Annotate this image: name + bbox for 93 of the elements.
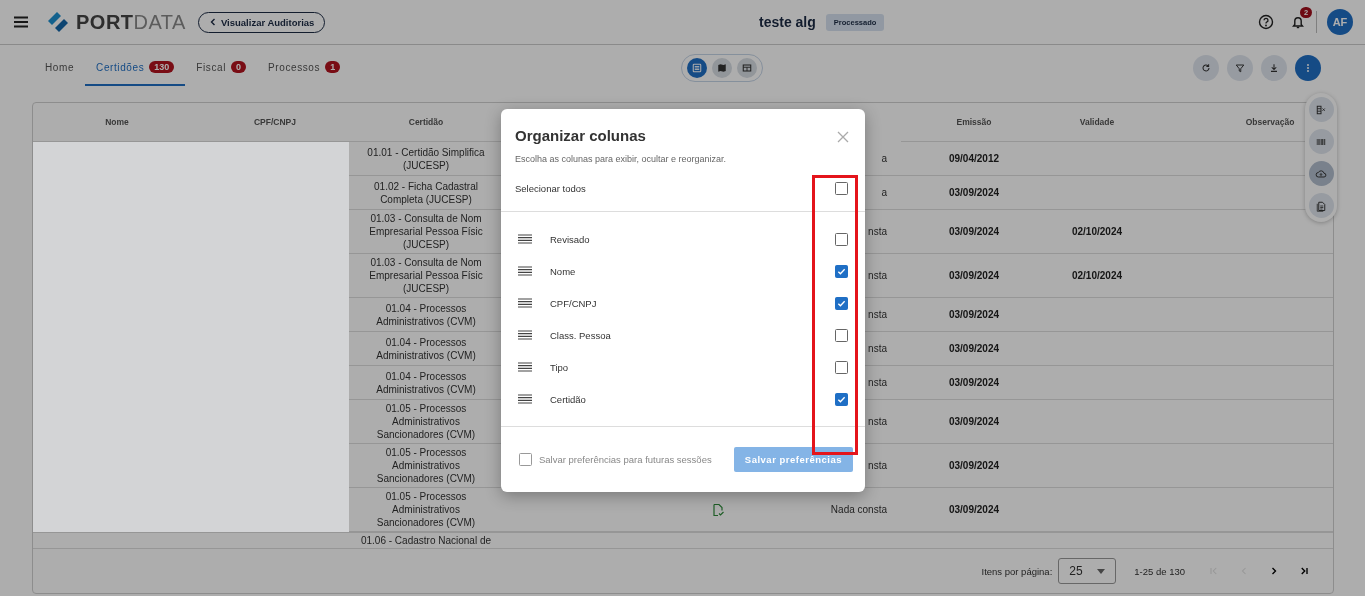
checkbox[interactable] <box>835 232 848 246</box>
table-cell-text: 01.06 - Cadastro Nacional de <box>359 534 493 548</box>
tab[interactable]: Fiscal 0 <box>185 49 258 86</box>
status-text: nsta <box>868 376 887 389</box>
status-text: nsta <box>868 415 887 428</box>
table-cell: 03/09/2024 <box>948 342 1000 355</box>
status-text: nsta <box>868 308 887 321</box>
page-size-select[interactable]: 25 <box>1058 558 1117 584</box>
status-text: nsta <box>868 269 887 282</box>
refresh-icon <box>1200 61 1212 74</box>
table-cell: 01.05 - Processos Administrativos Sancionadores (CVM) <box>349 488 503 532</box>
status-text: nsta <box>868 459 887 472</box>
table-cell: 02/10/2024 <box>1071 269 1123 282</box>
download-button[interactable] <box>1261 54 1287 81</box>
table-cell: 03/09/2024 <box>948 459 1000 472</box>
document-icon <box>1315 199 1327 212</box>
column-label: Revisado <box>550 233 591 245</box>
page-range: 1-25 de 130 <box>1134 565 1185 577</box>
filter-button[interactable] <box>1227 54 1253 81</box>
help-icon[interactable] <box>1258 14 1274 30</box>
column-label: Class. Pessoa <box>550 329 612 341</box>
drag-handle-icon[interactable] <box>518 362 532 372</box>
more-button[interactable] <box>1295 54 1321 81</box>
column-label: Tipo <box>550 361 570 373</box>
dialog-subtitle: Escolha as colunas para exibir, ocultar e reorganizar. <box>514 153 728 164</box>
column-label: Nome <box>550 265 577 277</box>
count-badge: 0 <box>231 61 247 73</box>
table-cell: 03/09/2024 <box>948 186 1000 199</box>
table-cell: 03/09/2024 <box>948 308 1000 321</box>
cloud-upload-icon <box>1315 167 1327 180</box>
table-icon <box>741 61 753 74</box>
drag-handle-icon[interactable] <box>518 330 532 340</box>
check-icon <box>837 394 846 404</box>
columns-icon <box>1315 103 1327 116</box>
download-icon <box>1268 61 1280 74</box>
checkbox[interactable] <box>835 328 848 342</box>
checkbox[interactable] <box>835 392 848 406</box>
view-toggle[interactable] <box>687 57 707 78</box>
column-label: Certidão <box>550 393 587 405</box>
user-avatar[interactable]: AF <box>1327 9 1353 35</box>
status-text: a <box>881 152 887 165</box>
status-text: Nada consta <box>830 503 887 516</box>
check-icon <box>837 266 846 276</box>
table-cell: 02/10/2024 <box>1071 225 1123 238</box>
save-preferences-label: Salvar preferências para futuras sessões <box>539 454 712 465</box>
back-button[interactable]: Visualizar Auditorias <box>197 11 326 33</box>
count-badge: 130 <box>149 61 175 73</box>
dialog-title: Organizar colunas <box>515 127 646 144</box>
table-cell: 09/04/2012 <box>948 152 1000 165</box>
audit-title: teste alg <box>759 14 816 30</box>
map-icon <box>716 61 728 74</box>
column-header: Emissão <box>901 103 1047 142</box>
upload-button[interactable] <box>1308 161 1334 186</box>
drag-handle-icon[interactable] <box>518 298 532 308</box>
drag-handle-icon[interactable] <box>518 394 532 404</box>
table-cell: 03/09/2024 <box>948 415 1000 428</box>
columns-button[interactable] <box>1308 97 1334 122</box>
tab[interactable]: Home <box>34 49 86 86</box>
column-header: Validade <box>1047 103 1147 142</box>
view-toggle[interactable] <box>737 57 757 78</box>
menu-icon[interactable] <box>14 16 28 28</box>
drag-handle-icon[interactable] <box>518 234 532 244</box>
table-cell: 03/09/2024 <box>948 225 1000 238</box>
refresh-button[interactable] <box>1193 54 1219 81</box>
chevron-left-icon <box>208 18 217 26</box>
checkbox[interactable] <box>835 182 848 195</box>
drag-handle-icon[interactable] <box>518 266 532 276</box>
column-label: CPF/CNPJ <box>550 297 598 309</box>
checkbox[interactable] <box>519 453 532 466</box>
logo-icon <box>46 11 70 33</box>
status-text: nsta <box>868 342 887 355</box>
caret-icon <box>1097 568 1106 574</box>
table-cell: 03/09/2024 <box>948 269 1000 282</box>
document-button[interactable] <box>1308 193 1334 218</box>
status-text: nsta <box>868 225 887 238</box>
status-text: a <box>881 186 887 199</box>
count-badge: 1 <box>325 61 341 73</box>
tab[interactable]: Processos 1 <box>257 49 352 86</box>
filter-icon <box>1234 61 1246 74</box>
page-size-label: Itens por página: <box>981 565 1053 577</box>
tab[interactable]: Certidões 130 <box>85 49 186 86</box>
checkbox[interactable] <box>835 360 848 374</box>
check-icon <box>837 298 846 308</box>
logo-text: PORTDATA <box>76 10 186 34</box>
select-all-label: Selecionar todos <box>515 183 586 194</box>
bell-icon[interactable] <box>1290 14 1306 30</box>
view-toggle[interactable] <box>712 57 732 78</box>
table-cell: 03/09/2024 <box>948 376 1000 389</box>
checkbox[interactable] <box>835 296 848 310</box>
barcode-button[interactable] <box>1308 129 1334 154</box>
list-icon <box>691 61 703 74</box>
table-cell: 03/09/2024 <box>948 503 1000 516</box>
checkbox[interactable] <box>835 264 848 278</box>
